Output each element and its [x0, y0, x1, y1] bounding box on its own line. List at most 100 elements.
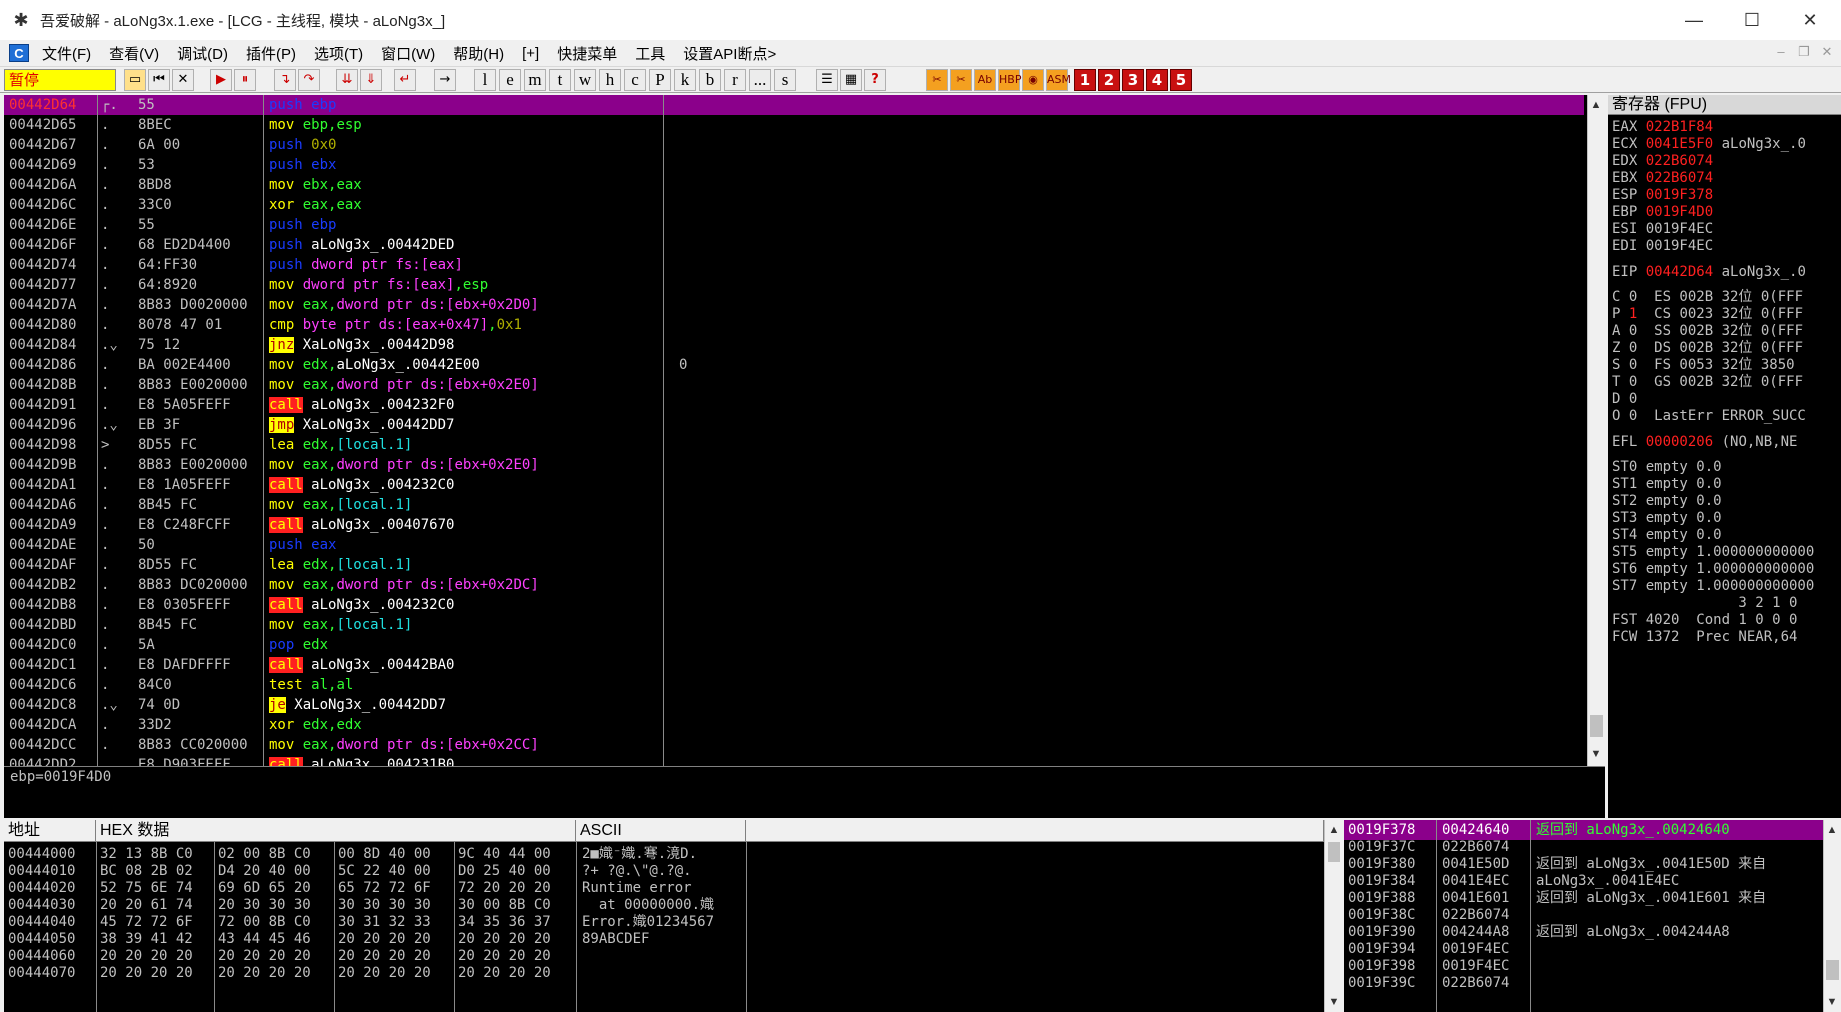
disasm-row[interactable]: 00442D6C. 33C0 xor eax,eax: [4, 195, 1584, 215]
disasm-row[interactable]: 00442DB2. 8B83 DC020000 mov eax,dword ptr …: [4, 575, 1584, 595]
menu-file[interactable]: 文件(F): [33, 43, 100, 64]
maximize-button[interactable]: ☐: [1723, 0, 1781, 40]
stack-row[interactable]: 0019F378 00424640 返回到 aLoNg3x_.00424640: [1344, 820, 1824, 840]
disasm-row[interactable]: 00442DAE. 50 push eax: [4, 535, 1584, 555]
dump-scrollbar[interactable]: ▲ ▼: [1324, 820, 1343, 1012]
disasm-row[interactable]: 00442D84 .⌄ 75 12 jnz XaLoNg3x_.00442D98: [4, 335, 1584, 355]
registers-header[interactable]: 寄存器 (FPU): [1608, 95, 1841, 115]
disasm-row[interactable]: 00442D74. 64:FF30 push dword ptr fs:[eax]: [4, 255, 1584, 275]
register-row[interactable]: EFL 00000206 (NO,NB,NE: [1612, 432, 1797, 452]
register-row[interactable]: O 0 LastErr ERROR_SUCC: [1612, 406, 1806, 426]
bookmark-2-button[interactable]: 2: [1098, 69, 1120, 91]
disassembly-pane[interactable]: 00442DD2. E8 D903FEFF call aLoNg3x_.004231…: [4, 95, 1605, 766]
toolbar-windows-button[interactable]: w: [574, 69, 596, 91]
disasm-row[interactable]: 00442DC0. 5A pop edx: [4, 635, 1584, 655]
dump-hex-header[interactable]: HEX 数据: [96, 820, 576, 842]
scroll-thumb[interactable]: [1826, 960, 1839, 980]
register-row[interactable]: EDI 0019F4EC: [1612, 236, 1713, 256]
toolbar-callstack-button[interactable]: k: [674, 69, 696, 91]
menu-debug[interactable]: 调试(D): [168, 43, 237, 64]
register-row[interactable]: FCW 1372 Prec NEAR,64: [1612, 627, 1797, 647]
disasm-row[interactable]: 00442D96 .⌄ EB 3F jmp XaLoNg3x_.00442DD7: [4, 415, 1584, 435]
disasm-row[interactable]: 00442DBD. 8B45 FC mov eax,[local.1]: [4, 615, 1584, 635]
stack-row[interactable]: 0019F384 0041E4EC aLoNg3x_.0041E4EC: [1344, 871, 1824, 891]
mdi-restore-icon[interactable]: ❐: [1793, 44, 1815, 62]
memory-dump-pane[interactable]: 地址 HEX 数据 ASCII 00444000 32 13 8B C0 02 00…: [4, 820, 1343, 1012]
disasm-row[interactable]: 00442D69. 53 push ebx: [4, 155, 1584, 175]
disasm-row[interactable]: 00442D98 >8D55 FC lea edx,[local.1]: [4, 435, 1584, 455]
menu-plugins[interactable]: 插件(P): [237, 43, 305, 64]
stack-row[interactable]: 0019F37C 022B6074: [1344, 837, 1824, 857]
scroll-thumb[interactable]: [1590, 715, 1603, 737]
restart-icon[interactable]: ⏮: [148, 69, 170, 91]
disasm-row[interactable]: 00442D6E. 55 push ebp: [4, 215, 1584, 235]
toolbar-cpu-button[interactable]: c: [624, 69, 646, 91]
stack-row[interactable]: 0019F390 004244A8 返回到 aLoNg3x_.004244A8: [1344, 922, 1824, 942]
menu-window[interactable]: 窗口(W): [372, 43, 444, 64]
step-into-icon[interactable]: ↴: [274, 69, 296, 91]
disasm-row[interactable]: 00442D9B. 8B83 E0020000 mov eax,dword ptr …: [4, 455, 1584, 475]
disasm-row[interactable]: 00442D67. 6A 00 push 0x0: [4, 135, 1584, 155]
menu-help[interactable]: 帮助(H): [444, 43, 513, 64]
disasm-row[interactable]: 00442DC6. 84C0 test al,al: [4, 675, 1584, 695]
registers-pane[interactable]: 寄存器 (FPU) EAX 022B1F84 ECX 0041E5F0 aLoNg…: [1608, 95, 1841, 818]
dump-address-header[interactable]: 地址: [4, 820, 96, 842]
toolbar-breakpoints-button[interactable]: b: [699, 69, 721, 91]
plugin-ab-button[interactable]: Ab: [974, 69, 996, 91]
toolbar-threads-button[interactable]: t: [549, 69, 571, 91]
stack-row[interactable]: 0019F39C 022B6074: [1344, 973, 1824, 993]
dump-comment-header[interactable]: [746, 820, 1324, 842]
disassembly-scrollbar[interactable]: ▲ ▼: [1587, 95, 1605, 766]
cpu-window-icon[interactable]: C: [9, 44, 29, 62]
plugin-2-icon[interactable]: ✂: [950, 69, 972, 91]
disasm-row[interactable]: 00442DA9. E8 C248FCFF call aLoNg3x_.004076…: [4, 515, 1584, 535]
close-button[interactable]: ✕: [1781, 0, 1839, 40]
plugin-1-icon[interactable]: ✂: [926, 69, 948, 91]
disasm-row[interactable]: 00442DC1. E8 DAFDFFFF call aLoNg3x_.00442B…: [4, 655, 1584, 675]
register-row[interactable]: EIP 00442D64 aLoNg3x_.0: [1612, 262, 1806, 282]
menu-options[interactable]: 选项(T): [305, 43, 372, 64]
stack-row[interactable]: 0019F380 0041E50D 返回到 aLoNg3x_.0041E50D 来自: [1344, 854, 1824, 874]
open-file-icon[interactable]: ▭: [124, 69, 146, 91]
stack-scrollbar[interactable]: ▲ ▼: [1823, 820, 1841, 1012]
toolbar-modules-button[interactable]: e: [499, 69, 521, 91]
toolbar-memory-button[interactable]: m: [524, 69, 546, 91]
toolbar-patches-button[interactable]: P: [649, 69, 671, 91]
disasm-row[interactable]: 00442D8B. 8B83 E0020000 mov eax,dword ptr …: [4, 375, 1584, 395]
pause-icon[interactable]: ⏸: [234, 69, 256, 91]
bookmark-4-button[interactable]: 4: [1146, 69, 1168, 91]
disasm-row[interactable]: 00442DA1. E8 1A05FEFF call aLoNg3x_.004232…: [4, 475, 1584, 495]
disasm-row[interactable]: 00442DB8. E8 0305FEFF call aLoNg3x_.004232…: [4, 595, 1584, 615]
step-over-icon[interactable]: ↷: [298, 69, 320, 91]
scroll-thumb[interactable]: [1328, 842, 1340, 862]
goto-icon[interactable]: →: [434, 69, 456, 91]
trace-into-icon[interactable]: ⇊: [336, 69, 358, 91]
disasm-row[interactable]: 00442D86. BA 002E4400 mov edx,aLoNg3x_.004…: [4, 355, 1584, 375]
stack-row[interactable]: 0019F398 0019F4EC: [1344, 956, 1824, 976]
disasm-row[interactable]: 00442D7A. 8B83 D0020000 mov eax,dword ptr …: [4, 295, 1584, 315]
close-process-icon[interactable]: ✕: [172, 69, 194, 91]
disasm-row[interactable]: 00442DCC. 8B83 CC020000 mov eax,dword ptr …: [4, 735, 1584, 755]
dump-ascii-header[interactable]: ASCII: [576, 820, 746, 842]
scroll-up-icon[interactable]: ▲: [1588, 97, 1604, 113]
disasm-row[interactable]: 00442DD2. E8 D903FEFF call aLoNg3x_.004231…: [4, 755, 1584, 766]
menu-api-breakpoint[interactable]: 设置API断点>: [674, 43, 785, 64]
disasm-row[interactable]: 00442D6A. 8BD8 mov ebx,eax: [4, 175, 1584, 195]
menu-plus[interactable]: [+]: [513, 45, 548, 62]
list-icon[interactable]: ☰: [816, 69, 838, 91]
scroll-up-icon[interactable]: ▲: [1326, 822, 1342, 838]
hbp-button[interactable]: HBP: [998, 69, 1021, 91]
disasm-row[interactable]: 00442DC8 .⌄ 74 0D je XaLoNg3x_.00442DD7: [4, 695, 1584, 715]
bookmark-3-button[interactable]: 3: [1122, 69, 1144, 91]
bookmark-5-button[interactable]: 5: [1170, 69, 1192, 91]
run-icon[interactable]: ▶: [210, 69, 232, 91]
dump-row[interactable]: 00444070 20 20 20 20 20 20 20 20 20 20 20 2…: [4, 963, 1343, 983]
disasm-row[interactable]: 00442DAF. 8D55 FC lea edx,[local.1]: [4, 555, 1584, 575]
toolbar-runtrace-button[interactable]: ...: [749, 69, 771, 91]
toolbar-source-button[interactable]: s: [774, 69, 796, 91]
minimize-button[interactable]: —: [1665, 0, 1723, 40]
help-button[interactable]: ?: [864, 69, 886, 91]
disasm-row[interactable]: 00442D64 ┌. 55 push ebp: [4, 95, 1584, 115]
eye-icon[interactable]: ◉: [1022, 69, 1044, 91]
stack-row[interactable]: 0019F388 0041E601 返回到 aLoNg3x_.0041E601 来自: [1344, 888, 1824, 908]
